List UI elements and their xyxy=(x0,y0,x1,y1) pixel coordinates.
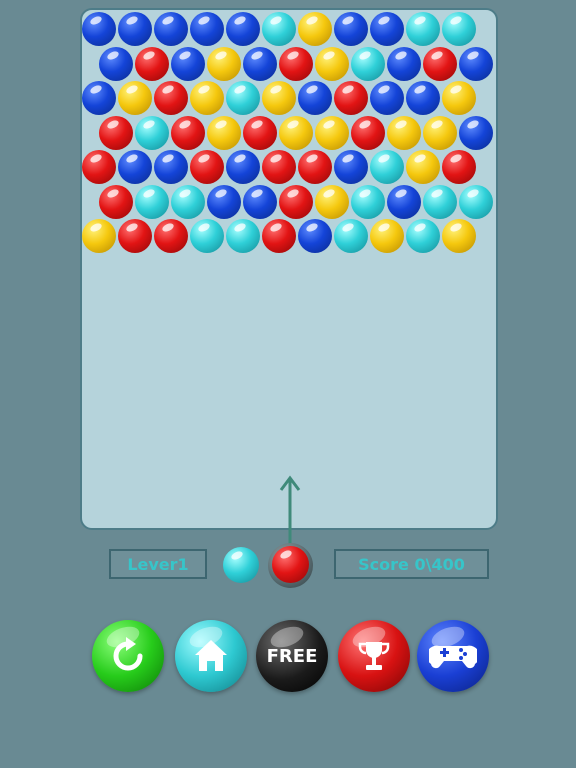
bubble xyxy=(459,46,493,81)
bubble xyxy=(351,184,385,219)
bubble xyxy=(370,150,404,184)
bubble xyxy=(387,184,421,219)
free-button[interactable]: FREE xyxy=(256,620,328,692)
bubble xyxy=(190,81,224,115)
bubble xyxy=(262,150,296,184)
bubble xyxy=(315,46,349,81)
bubble xyxy=(442,12,476,46)
next-bubble[interactable] xyxy=(223,547,259,583)
bubble xyxy=(334,150,368,184)
bubble xyxy=(207,184,241,219)
bubble xyxy=(82,219,116,253)
bubble xyxy=(207,115,241,150)
bubble xyxy=(334,81,368,115)
bubble xyxy=(387,46,421,81)
bubble xyxy=(135,184,169,219)
game-board[interactable] xyxy=(80,8,498,530)
bubble xyxy=(243,115,277,150)
bubble xyxy=(334,12,368,46)
restart-button[interactable] xyxy=(92,620,164,692)
bubble xyxy=(315,115,349,150)
gamepad-icon xyxy=(429,645,477,669)
bubble xyxy=(171,184,205,219)
bubble xyxy=(82,12,116,46)
bubble xyxy=(135,46,169,81)
aim-arrow xyxy=(279,475,301,548)
bubble xyxy=(99,184,133,219)
bubble xyxy=(226,219,260,253)
trophy-icon xyxy=(358,642,390,670)
bubble xyxy=(243,46,277,81)
bubble xyxy=(370,12,404,46)
bubble xyxy=(190,219,224,253)
bubble xyxy=(99,115,133,150)
score-label: Score 0\400 xyxy=(334,549,489,579)
bubble xyxy=(154,12,188,46)
bubble xyxy=(243,184,277,219)
bubble xyxy=(279,115,313,150)
bubble xyxy=(279,184,313,219)
bubble xyxy=(406,81,440,115)
bubble xyxy=(459,115,493,150)
bubble xyxy=(118,12,152,46)
bubble xyxy=(135,115,169,150)
bubble xyxy=(351,46,385,81)
bubble xyxy=(154,81,188,115)
bubble xyxy=(190,12,224,46)
bubble xyxy=(298,12,332,46)
bubble xyxy=(118,219,152,253)
bubble xyxy=(118,150,152,184)
bubble xyxy=(423,46,457,81)
level-label: Lever1 xyxy=(109,549,207,579)
bubble xyxy=(171,46,205,81)
bubble xyxy=(154,150,188,184)
bubble xyxy=(82,81,116,115)
current-bubble[interactable] xyxy=(272,546,309,583)
bubble xyxy=(298,81,332,115)
bubble xyxy=(370,81,404,115)
bubble xyxy=(298,150,332,184)
bubble xyxy=(459,184,493,219)
more-games-button[interactable] xyxy=(417,620,489,692)
bubble xyxy=(190,150,224,184)
trophy-button[interactable] xyxy=(338,620,410,692)
home-icon xyxy=(195,640,227,671)
bubble xyxy=(406,150,440,184)
bubble xyxy=(423,115,457,150)
bubble xyxy=(351,115,385,150)
bubble xyxy=(279,46,313,81)
bubble xyxy=(154,219,188,253)
bubble xyxy=(423,184,457,219)
home-button[interactable] xyxy=(175,620,247,692)
bubble xyxy=(406,219,440,253)
bubble xyxy=(406,12,440,46)
bubble xyxy=(442,150,476,184)
bubble xyxy=(118,81,152,115)
bubble xyxy=(207,46,241,81)
bubble xyxy=(387,115,421,150)
bubble xyxy=(99,46,133,81)
bubble xyxy=(262,81,296,115)
bubble xyxy=(226,12,260,46)
bubble xyxy=(334,219,368,253)
bubble xyxy=(262,219,296,253)
bubble xyxy=(226,81,260,115)
free-label: FREE xyxy=(266,645,318,667)
bubble xyxy=(315,184,349,219)
bubble xyxy=(171,115,205,150)
bubble xyxy=(442,219,476,253)
bubble xyxy=(298,219,332,253)
restart-icon xyxy=(113,637,143,671)
bubble xyxy=(442,81,476,115)
bubble xyxy=(262,12,296,46)
bubble xyxy=(226,150,260,184)
bubble xyxy=(370,219,404,253)
bubble xyxy=(82,150,116,184)
